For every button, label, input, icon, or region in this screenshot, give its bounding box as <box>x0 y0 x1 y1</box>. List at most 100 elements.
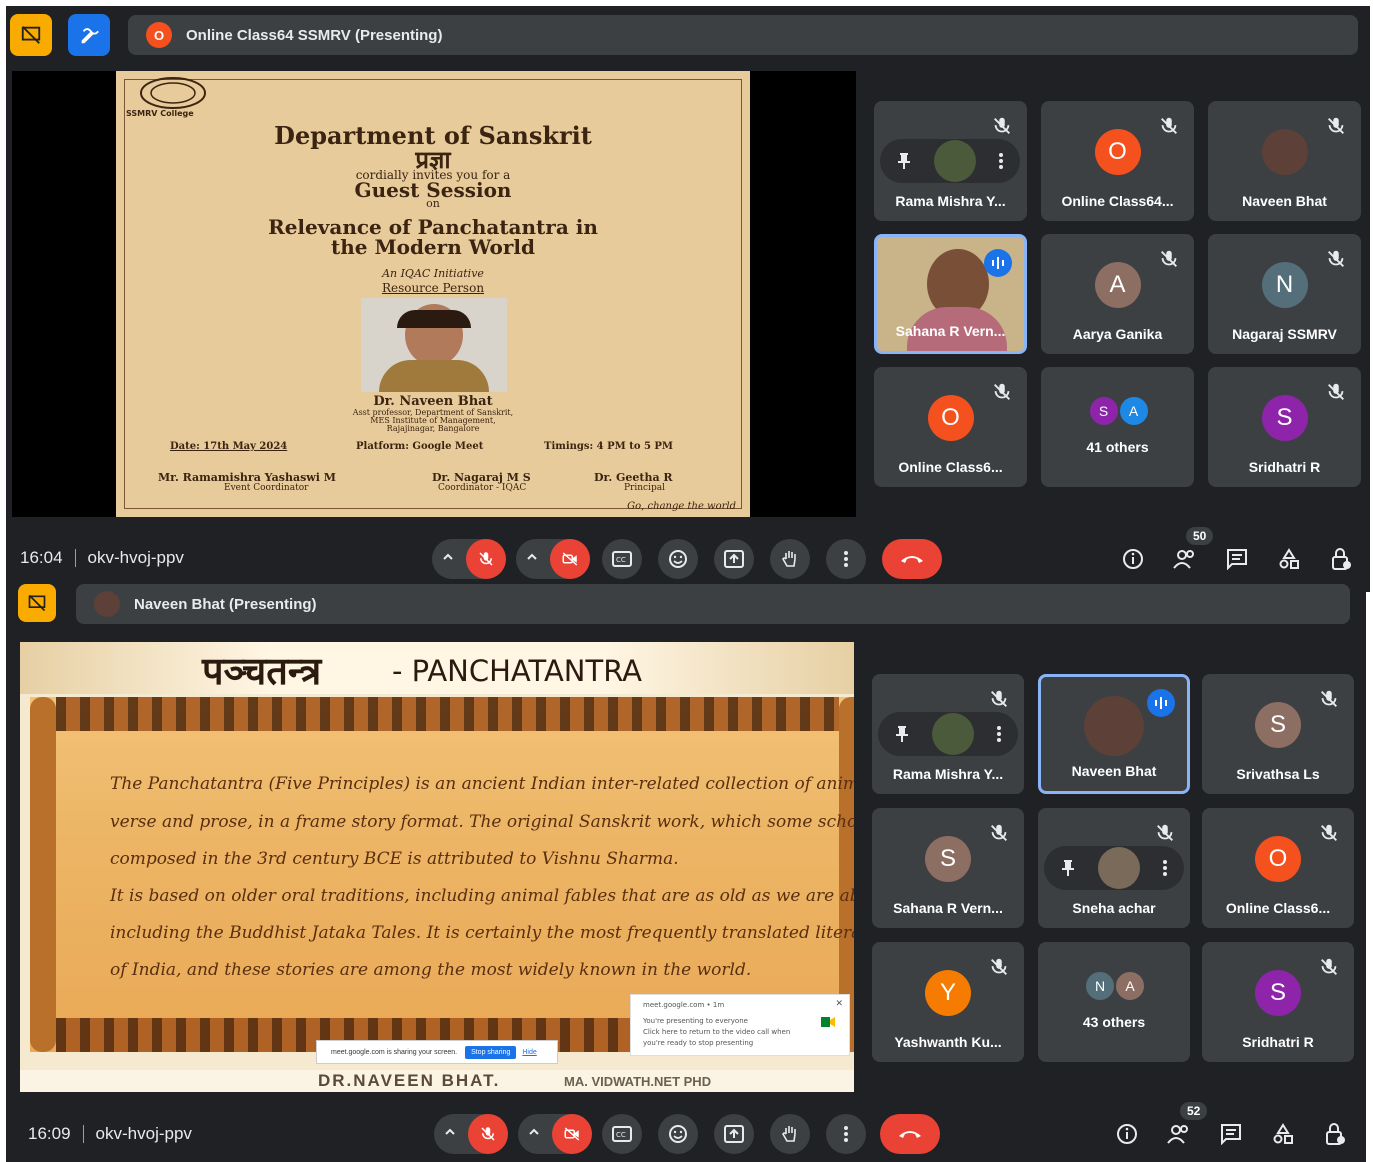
participant-tile[interactable]: S Sridhatri R <box>1202 942 1354 1062</box>
chat-icon <box>1227 549 1247 570</box>
participant-tile[interactable]: S Srivathsa Ls <box>1202 674 1354 794</box>
participant-tile[interactable]: S Sahana R Vern... <box>872 808 1024 928</box>
notification-line-2: Click here to return to the video call w… <box>643 1028 791 1036</box>
present-status-button[interactable] <box>10 14 52 56</box>
meeting-details-button[interactable] <box>1112 1119 1142 1149</box>
more-options-icon[interactable] <box>996 725 1002 743</box>
activities-button[interactable] <box>1268 1119 1298 1149</box>
participant-tile[interactable]: O Online Class64... <box>1041 101 1194 221</box>
others-tile[interactable]: SA 41 others <box>1041 367 1194 487</box>
college-name: SSMRV College <box>126 109 194 118</box>
present-button[interactable] <box>714 1114 754 1154</box>
chevron-up-icon[interactable] <box>526 551 538 563</box>
participant-name: Naveen Bhat <box>1242 193 1327 209</box>
meet-screen-2: Naveen Bhat (Presenting) पञ्चतन्त्र - PA… <box>6 584 1366 1162</box>
chat-icon <box>1221 1124 1241 1145</box>
mic-off-icon[interactable] <box>466 539 506 579</box>
emoji-icon <box>669 1125 687 1143</box>
stop-sharing-button[interactable]: Stop sharing <box>465 1045 517 1059</box>
more-options-icon[interactable] <box>1162 859 1168 877</box>
participant-tile[interactable]: Y Yashwanth Ku... <box>872 942 1024 1062</box>
mic-toggle-button[interactable] <box>434 1114 508 1154</box>
meeting-info: 16:09 okv-hvoj-ppv <box>28 1124 192 1144</box>
host-controls-button[interactable] <box>1326 544 1356 574</box>
clock-time: 16:09 <box>28 1124 71 1143</box>
hide-share-bar-link[interactable]: Hide <box>522 1049 536 1056</box>
leave-call-button[interactable] <box>882 539 942 579</box>
reactions-button[interactable] <box>658 539 698 579</box>
participant-name: Rama Mishra Y... <box>892 766 1004 782</box>
participant-tile[interactable]: Naveen Bhat <box>1208 101 1361 221</box>
svg-text:CC: CC <box>616 1131 626 1139</box>
hand-icon <box>782 551 796 567</box>
participant-tile[interactable]: Sneha achar <box>1038 808 1190 928</box>
more-options-button[interactable] <box>826 1114 866 1154</box>
participant-name: Online Class6... <box>898 459 1003 475</box>
people-button[interactable] <box>1170 544 1200 574</box>
chevron-up-icon[interactable] <box>528 1126 540 1138</box>
people-button[interactable] <box>1164 1119 1194 1149</box>
college-motto: Go, change the world <box>627 501 736 512</box>
present-button[interactable] <box>714 539 754 579</box>
annotate-button[interactable] <box>68 14 110 56</box>
camera-off-icon[interactable] <box>550 539 590 579</box>
activities-button[interactable] <box>1274 544 1304 574</box>
participant-tile[interactable]: Rama Mishra Y... <box>872 674 1024 794</box>
mic-off-icon[interactable] <box>468 1114 508 1154</box>
participant-tile[interactable]: S Sridhatri R <box>1208 367 1361 487</box>
participant-tile[interactable]: O Online Class6... <box>874 367 1027 487</box>
participant-count-badge: 50 <box>1186 527 1214 545</box>
svg-text:CC: CC <box>616 556 626 564</box>
captions-button[interactable]: CC <box>602 1114 642 1154</box>
participant-tile[interactable]: O Online Class6... <box>1202 808 1354 928</box>
leave-call-button[interactable] <box>880 1114 940 1154</box>
slide-header: पञ्चतन्त्र - PANCHATANTRA <box>20 642 854 694</box>
participant-tile[interactable]: Rama Mishra Y... <box>874 101 1027 221</box>
pin-icon[interactable] <box>894 725 910 743</box>
mic-off-icon <box>1157 824 1173 841</box>
tile-hover-controls[interactable] <box>880 139 1020 183</box>
participant-avatar: S <box>1261 395 1308 441</box>
reactions-button[interactable] <box>658 1114 698 1154</box>
pin-icon[interactable] <box>1060 859 1076 877</box>
host-controls-button[interactable] <box>1320 1119 1350 1149</box>
close-icon[interactable]: ✕ <box>835 999 843 1009</box>
more-options-icon[interactable] <box>998 152 1004 170</box>
present-status-button[interactable] <box>18 584 56 622</box>
pin-icon[interactable] <box>896 152 912 170</box>
shared-screen: पञ्चतन्त्र - PANCHATANTRA The Panchatant… <box>20 642 854 1092</box>
participant-tile-speaking[interactable]: Naveen Bhat <box>1038 674 1190 794</box>
chevron-up-icon[interactable] <box>442 551 454 563</box>
lock-person-icon <box>1326 1123 1345 1145</box>
participant-name: Srivathsa Ls <box>1236 766 1320 782</box>
camera-off-icon[interactable] <box>552 1114 592 1154</box>
participant-count-badge: 52 <box>1180 1102 1208 1120</box>
mic-toggle-button[interactable] <box>432 539 506 579</box>
camera-toggle-button[interactable] <box>516 539 590 579</box>
mic-off-icon <box>1328 117 1344 134</box>
others-count: 41 others <box>1086 439 1149 455</box>
meeting-code: okv-hvoj-ppv <box>95 1124 192 1143</box>
tile-hover-controls[interactable] <box>1044 846 1184 890</box>
others-tile[interactable]: NA 43 others <box>1038 942 1190 1062</box>
participant-photo <box>1261 129 1308 175</box>
captions-button[interactable]: CC <box>602 539 642 579</box>
raise-hand-button[interactable] <box>770 539 810 579</box>
on-text: on <box>426 197 440 210</box>
meeting-details-button[interactable] <box>1118 544 1148 574</box>
chat-button[interactable] <box>1222 544 1252 574</box>
chat-button[interactable] <box>1216 1119 1246 1149</box>
tile-hover-controls[interactable] <box>878 712 1018 756</box>
presenter-avatar-photo <box>94 591 120 617</box>
chevron-up-icon[interactable] <box>444 1126 456 1138</box>
raise-hand-button[interactable] <box>770 1114 810 1154</box>
captions-icon: CC <box>612 1126 632 1142</box>
camera-toggle-button[interactable] <box>518 1114 592 1154</box>
participant-tile[interactable]: N Nagaraj SSMRV <box>1208 234 1361 354</box>
presenting-notification[interactable]: meet.google.com • 1m You're presenting t… <box>630 994 850 1056</box>
more-options-button[interactable] <box>826 539 866 579</box>
participant-avatar: S <box>1255 970 1301 1016</box>
participant-tile-speaking[interactable]: Sahana R Vern... <box>874 234 1027 354</box>
participant-avatar: O <box>1255 836 1301 882</box>
participant-tile[interactable]: A Aarya Ganika <box>1041 234 1194 354</box>
